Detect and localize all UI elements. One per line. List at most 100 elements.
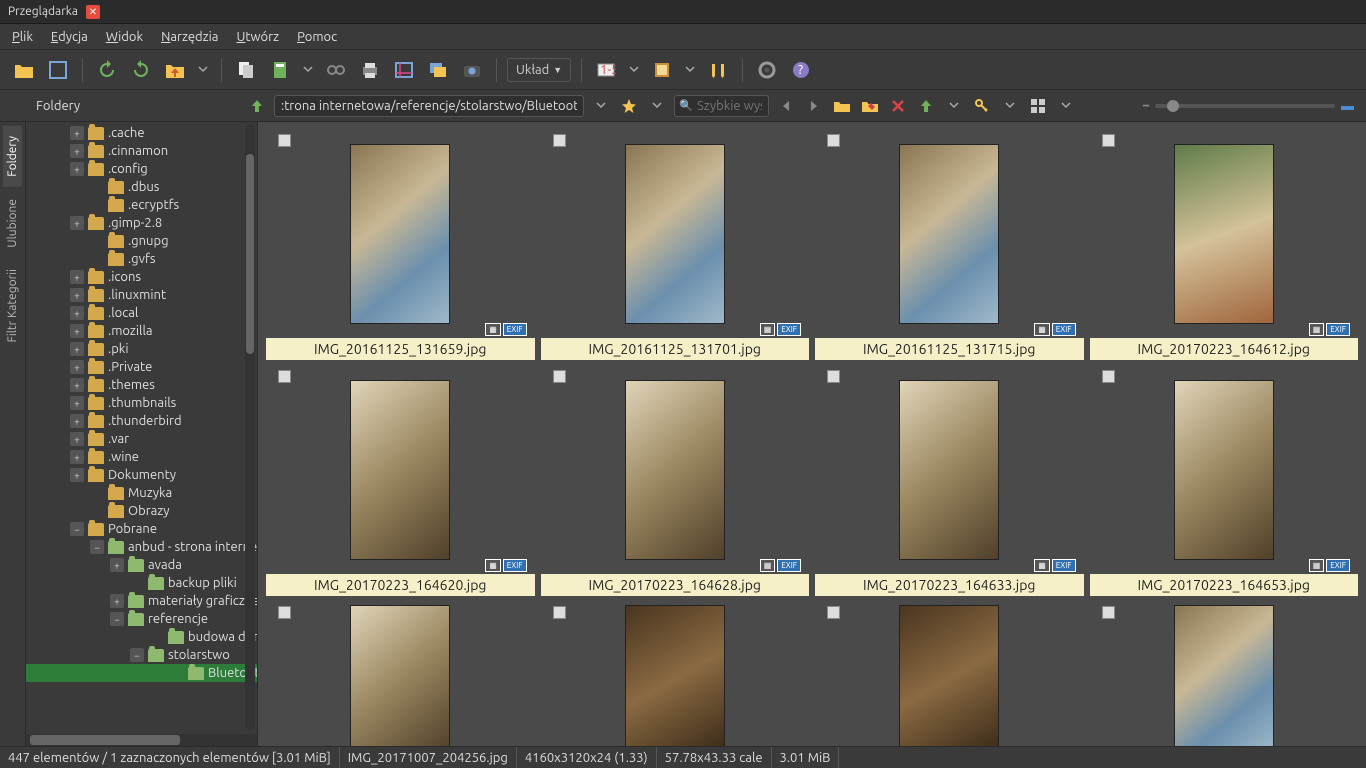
expand-icon[interactable]: − [110, 612, 124, 626]
tree-item[interactable]: .dbus [26, 178, 257, 196]
expand-icon[interactable]: − [70, 522, 84, 536]
tree-item[interactable]: +.gimp-2.8 [26, 214, 257, 232]
layers-icon[interactable] [424, 56, 452, 84]
close-icon[interactable]: ✕ [86, 5, 100, 19]
chevron-down-icon[interactable] [1055, 95, 1077, 117]
expand-icon[interactable]: + [70, 378, 84, 392]
checkbox[interactable] [553, 134, 566, 147]
menu-edit[interactable]: Edycja [51, 30, 88, 44]
refresh-right-icon[interactable] [127, 56, 155, 84]
expand-icon[interactable]: + [110, 558, 124, 572]
expand-icon[interactable] [90, 198, 104, 212]
chevron-down-icon[interactable] [626, 56, 642, 84]
checkbox[interactable] [1102, 370, 1115, 383]
book-icon[interactable] [648, 56, 676, 84]
horizontal-scrollbar[interactable] [26, 734, 257, 746]
expand-icon[interactable]: + [70, 270, 84, 284]
tree-item[interactable]: −stolarstwo [26, 646, 257, 664]
delete-icon[interactable] [887, 95, 909, 117]
thumbnail-cell[interactable] [815, 602, 1084, 746]
camera-icon[interactable] [458, 56, 486, 84]
expand-icon[interactable]: + [70, 414, 84, 428]
thumbnail-cell[interactable] [541, 602, 810, 746]
expand-icon[interactable] [90, 486, 104, 500]
path-input[interactable] [274, 95, 584, 117]
tree-item[interactable]: Bluetooth [26, 664, 257, 682]
tree-item[interactable]: +.themes [26, 376, 257, 394]
vtab-folders[interactable]: Foldery [3, 126, 22, 187]
paste-icon[interactable] [266, 56, 294, 84]
crop-icon[interactable] [390, 56, 418, 84]
tree-item[interactable]: +avada [26, 556, 257, 574]
layout-dropdown[interactable]: Układ▼ [507, 58, 571, 82]
expand-icon[interactable] [170, 666, 184, 680]
expand-icon[interactable]: + [70, 450, 84, 464]
thumbnail-cell[interactable]: ▦EXIFIMG_20161125_131715.jpg [815, 130, 1084, 360]
expand-icon[interactable] [150, 630, 164, 644]
expand-icon[interactable] [90, 234, 104, 248]
refresh-left-icon[interactable] [93, 56, 121, 84]
checkbox[interactable] [278, 606, 291, 619]
tree-item[interactable]: Obrazy [26, 502, 257, 520]
forward-icon[interactable] [803, 95, 825, 117]
expand-icon[interactable]: + [70, 324, 84, 338]
tree-item[interactable]: +.local [26, 304, 257, 322]
help-icon[interactable]: ? [787, 56, 815, 84]
tree-item[interactable]: +.mozilla [26, 322, 257, 340]
expand-icon[interactable] [90, 252, 104, 266]
tree-item[interactable]: −referencje [26, 610, 257, 628]
tree-item[interactable]: .gvfs [26, 250, 257, 268]
expand-icon[interactable]: + [70, 288, 84, 302]
tree-item[interactable]: +.Private [26, 358, 257, 376]
checkbox[interactable] [278, 370, 291, 383]
menu-help[interactable]: Pomoc [297, 30, 337, 44]
go-up-icon[interactable] [246, 95, 268, 117]
tree-item[interactable]: .ecryptfs [26, 196, 257, 214]
expand-icon[interactable] [90, 180, 104, 194]
tree-item[interactable]: +.icons [26, 268, 257, 286]
expand-icon[interactable]: − [90, 540, 104, 554]
menu-create[interactable]: Utwórz [236, 30, 279, 44]
menu-tools[interactable]: Narzędzia [161, 30, 218, 44]
thumb-size-slider[interactable]: ━ ▬ [1083, 98, 1358, 113]
chevron-down-icon[interactable] [646, 95, 668, 117]
expand-icon[interactable] [130, 576, 144, 590]
sort-icon[interactable] [704, 56, 732, 84]
expand-icon[interactable]: + [70, 342, 84, 356]
thumbnail-cell[interactable]: ▦EXIFIMG_20161125_131701.jpg [541, 130, 810, 360]
menu-file[interactable]: Plik [12, 30, 33, 44]
chevron-down-icon[interactable] [682, 56, 698, 84]
copy-icon[interactable] [232, 56, 260, 84]
chevron-down-icon[interactable] [590, 95, 612, 117]
home-up-icon[interactable] [915, 95, 937, 117]
thumbnail-cell[interactable]: ▦EXIFIMG_20170223_164653.jpg [1090, 366, 1359, 596]
thumbnail-cell[interactable]: ▦EXIFIMG_20170223_164620.jpg [266, 366, 535, 596]
chevron-down-icon[interactable] [195, 56, 211, 84]
folder-tree[interactable]: +.cache+.cinnamon+.config.dbus.ecryptfs+… [26, 122, 257, 732]
checkbox[interactable] [827, 370, 840, 383]
chevron-down-icon[interactable] [999, 95, 1021, 117]
vertical-scrollbar[interactable] [245, 124, 255, 730]
tree-item[interactable]: +.config [26, 160, 257, 178]
checkbox[interactable] [278, 134, 291, 147]
star-icon[interactable] [618, 95, 640, 117]
tree-item[interactable]: backup pliki [26, 574, 257, 592]
expand-icon[interactable]: + [70, 468, 84, 482]
grid-view-icon[interactable] [1027, 95, 1049, 117]
checkbox[interactable] [827, 134, 840, 147]
key-icon[interactable] [971, 95, 993, 117]
checkbox[interactable] [1102, 606, 1115, 619]
expand-icon[interactable]: + [70, 396, 84, 410]
expand-icon[interactable]: + [70, 432, 84, 446]
expand-icon[interactable]: + [70, 306, 84, 320]
tree-item[interactable]: +.wine [26, 448, 257, 466]
expand-icon[interactable]: + [110, 594, 124, 608]
expand-icon[interactable]: + [70, 360, 84, 374]
vtab-favorites[interactable]: Ulubione [3, 189, 22, 258]
fullscreen-icon[interactable] [44, 56, 72, 84]
thumbnail-cell[interactable]: ▦EXIFIMG_20161125_131659.jpg [266, 130, 535, 360]
checkbox[interactable] [1102, 134, 1115, 147]
thumbnail-cell[interactable] [266, 602, 535, 746]
tree-item[interactable]: +materiały graficzne [26, 592, 257, 610]
tree-item[interactable]: +.linuxmint [26, 286, 257, 304]
